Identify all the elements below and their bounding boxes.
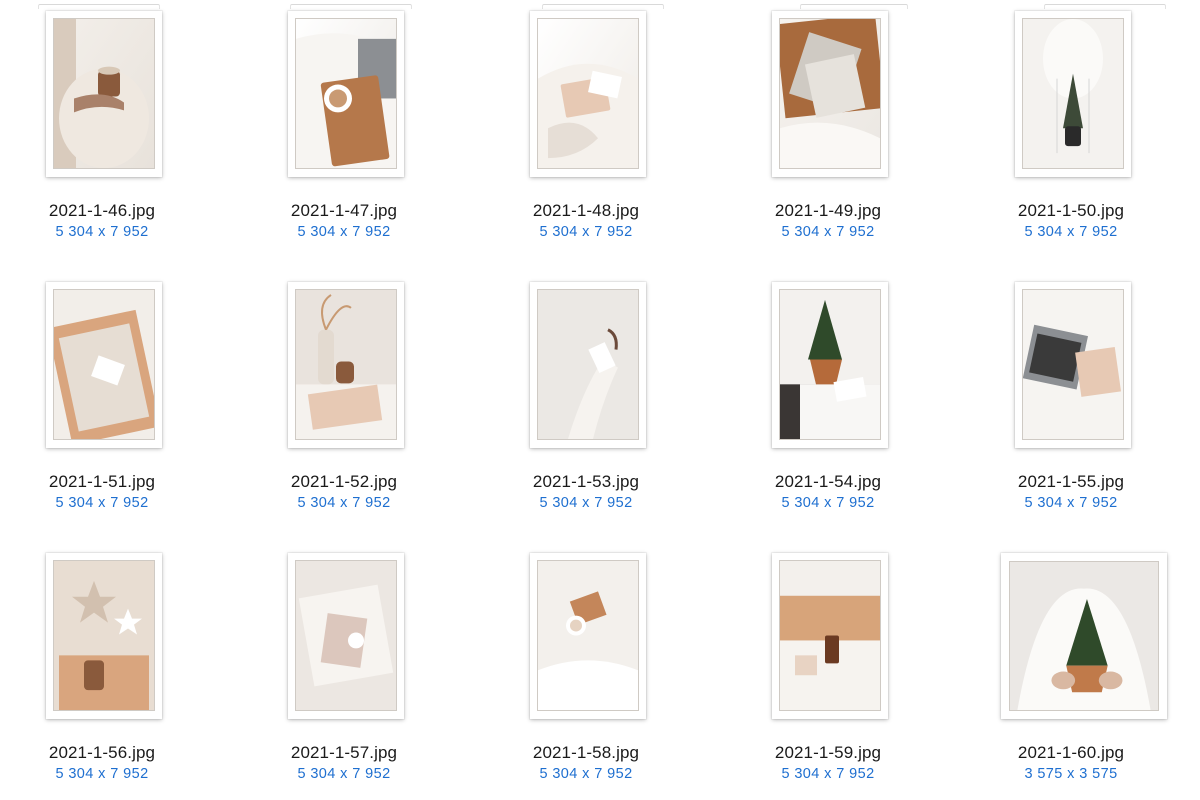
file-thumbnail[interactable] [288, 282, 404, 448]
photo-wood-crate-bottle-thumbnail [779, 560, 881, 711]
file-thumbnail[interactable] [288, 553, 404, 719]
photo-coffee-cup-thumbnail [53, 18, 155, 169]
photo-star-shadow-box-thumbnail [53, 560, 155, 711]
file-item[interactable]: 2021-1-59.jpg 5 304 x 7 952 [708, 542, 948, 800]
image-dimensions-label: 3 575 x 3 575 [1024, 766, 1118, 782]
file-item[interactable]: 2021-1-53.jpg 5 304 x 7 952 [466, 271, 706, 533]
image-dimensions-label: 5 304 x 7 952 [781, 495, 875, 511]
photo-vase-envelopes-thumbnail [295, 289, 397, 440]
photo-tree-glass-thumbnail [1022, 18, 1124, 169]
file-name-label[interactable]: 2021-1-51.jpg [0, 472, 222, 492]
image-dimensions-label: 5 304 x 7 952 [55, 224, 149, 240]
photo-gift-box-sheets-thumbnail [295, 560, 397, 711]
file-name-label[interactable]: 2021-1-50.jpg [951, 201, 1191, 221]
file-name-label[interactable]: 2021-1-49.jpg [708, 201, 948, 221]
image-dimensions-label: 5 304 x 7 952 [539, 495, 633, 511]
file-name-label[interactable]: 2021-1-52.jpg [224, 472, 464, 492]
photo-laptop-tray-thumbnail [295, 18, 397, 169]
file-item[interactable]: 2021-1-58.jpg 5 304 x 7 952 [466, 542, 706, 800]
file-item[interactable]: 2021-1-46.jpg 5 304 x 7 952 [0, 0, 222, 262]
file-name-label[interactable]: 2021-1-53.jpg [466, 472, 706, 492]
file-thumbnail[interactable] [772, 282, 888, 448]
file-thumbnail[interactable] [530, 11, 646, 177]
file-item[interactable]: 2021-1-47.jpg 5 304 x 7 952 [224, 0, 464, 262]
file-thumbnail[interactable] [1015, 282, 1131, 448]
file-name-label[interactable]: 2021-1-58.jpg [466, 743, 706, 763]
file-thumbnail[interactable] [772, 553, 888, 719]
file-name-label[interactable]: 2021-1-60.jpg [951, 743, 1191, 763]
image-dimensions-label: 5 304 x 7 952 [297, 766, 391, 782]
file-thumbnail[interactable] [1001, 553, 1167, 719]
file-item[interactable]: 2021-1-52.jpg 5 304 x 7 952 [224, 271, 464, 533]
file-name-label[interactable]: 2021-1-47.jpg [224, 201, 464, 221]
file-name-label[interactable]: 2021-1-57.jpg [224, 743, 464, 763]
file-name-label[interactable]: 2021-1-54.jpg [708, 472, 948, 492]
image-dimensions-label: 5 304 x 7 952 [55, 766, 149, 782]
file-name-label[interactable]: 2021-1-59.jpg [708, 743, 948, 763]
image-dimensions-label: 5 304 x 7 952 [297, 224, 391, 240]
file-item[interactable]: 2021-1-56.jpg 5 304 x 7 952 [0, 542, 222, 800]
photo-tree-hands-square-thumbnail [1009, 561, 1159, 711]
photo-hand-tag-thumbnail [537, 289, 639, 440]
image-dimensions-label: 5 304 x 7 952 [1024, 495, 1118, 511]
image-dimensions-label: 5 304 x 7 952 [781, 766, 875, 782]
photo-tree-copper-pot-thumbnail [779, 289, 881, 440]
file-thumbnail[interactable] [46, 553, 162, 719]
photo-laptop-bed-thumbnail [1022, 289, 1124, 440]
file-item[interactable]: 2021-1-50.jpg 5 304 x 7 952 [951, 0, 1191, 262]
file-item[interactable]: 2021-1-54.jpg 5 304 x 7 952 [708, 271, 948, 533]
file-name-label[interactable]: 2021-1-56.jpg [0, 743, 222, 763]
file-thumbnail[interactable] [530, 282, 646, 448]
file-name-label[interactable]: 2021-1-46.jpg [0, 201, 222, 221]
file-item[interactable]: 2021-1-51.jpg 5 304 x 7 952 [0, 271, 222, 533]
image-dimensions-label: 5 304 x 7 952 [539, 224, 633, 240]
file-item[interactable]: 2021-1-48.jpg 5 304 x 7 952 [466, 0, 706, 262]
file-name-label[interactable]: 2021-1-55.jpg [951, 472, 1191, 492]
image-dimensions-label: 5 304 x 7 952 [1024, 224, 1118, 240]
file-item[interactable]: 2021-1-55.jpg 5 304 x 7 952 [951, 271, 1191, 533]
file-thumbnail[interactable] [46, 11, 162, 177]
photo-wooden-box-thumbnail [53, 289, 155, 440]
file-name-label[interactable]: 2021-1-48.jpg [466, 201, 706, 221]
file-thumbnail[interactable] [46, 282, 162, 448]
photo-envelopes-tray-thumbnail [779, 18, 881, 169]
file-grid: 2021-1-46.jpg 5 304 x 7 952 2021-1-47.jpg 5… [0, 0, 1200, 800]
file-item[interactable]: 2021-1-60.jpg 3 575 x 3 575 [951, 553, 1191, 800]
image-dimensions-label: 5 304 x 7 952 [539, 766, 633, 782]
file-item[interactable]: 2021-1-57.jpg 5 304 x 7 952 [224, 542, 464, 800]
image-dimensions-label: 5 304 x 7 952 [297, 495, 391, 511]
image-dimensions-label: 5 304 x 7 952 [781, 224, 875, 240]
file-thumbnail[interactable] [772, 11, 888, 177]
photo-gift-lap-thumbnail [537, 18, 639, 169]
file-item[interactable]: 2021-1-49.jpg 5 304 x 7 952 [708, 0, 948, 262]
file-thumbnail[interactable] [530, 553, 646, 719]
file-thumbnail[interactable] [1015, 11, 1131, 177]
image-dimensions-label: 5 304 x 7 952 [55, 495, 149, 511]
file-thumbnail[interactable] [288, 11, 404, 177]
photo-mug-gift-hands-thumbnail [537, 560, 639, 711]
